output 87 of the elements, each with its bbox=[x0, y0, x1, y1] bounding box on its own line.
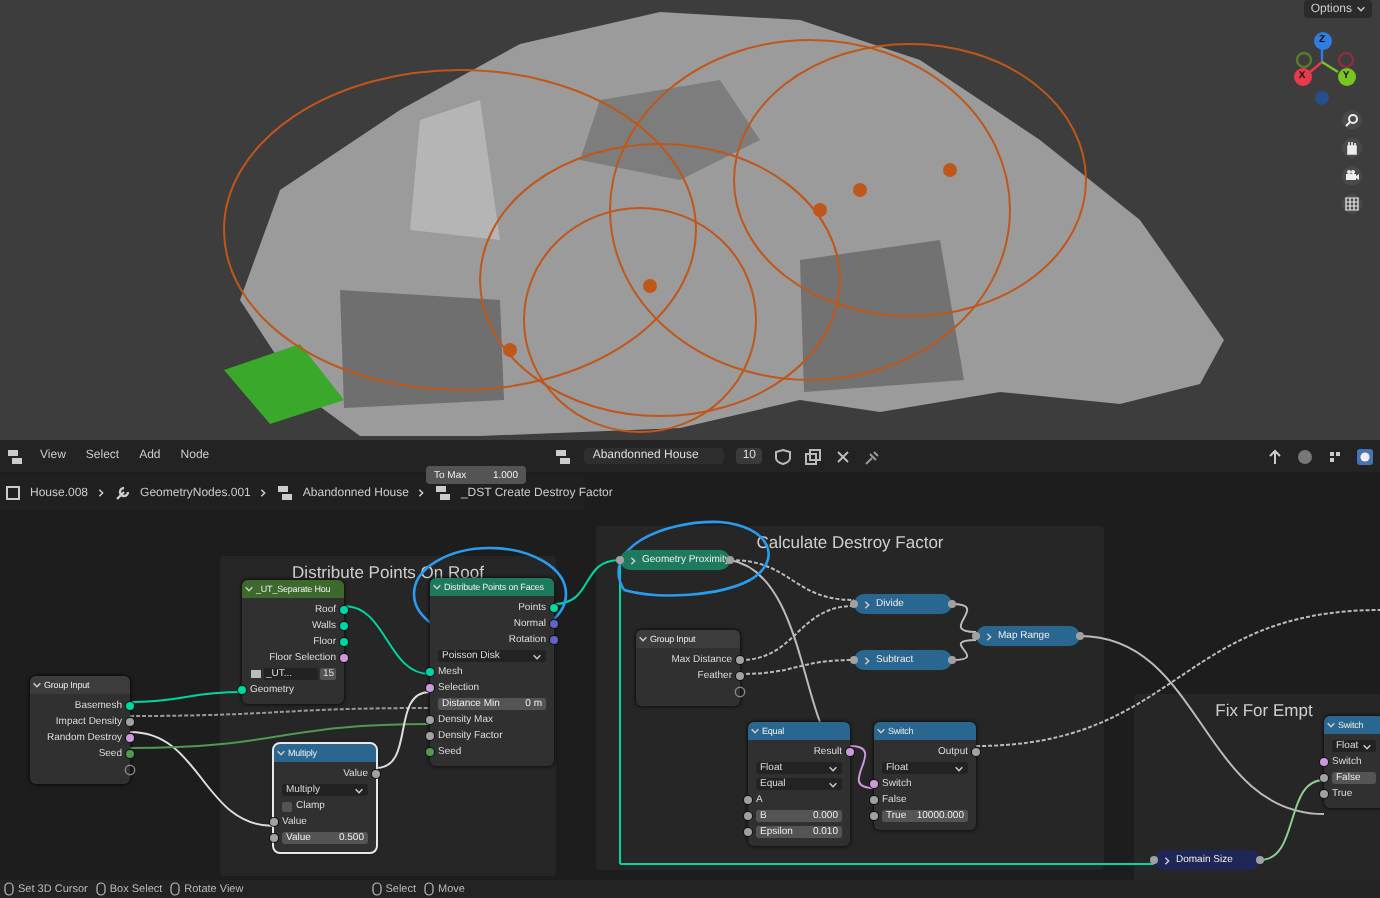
socket-dot[interactable] bbox=[1320, 774, 1328, 782]
plane-drawing bbox=[224, 344, 344, 424]
socket-dot[interactable] bbox=[426, 732, 434, 740]
chevron-icon bbox=[432, 582, 442, 592]
socket-dot[interactable] bbox=[270, 834, 278, 842]
socket-dot[interactable] bbox=[238, 686, 246, 694]
chevron-icon bbox=[532, 651, 542, 661]
socket-dot[interactable] bbox=[340, 654, 348, 662]
mouse-icon bbox=[371, 882, 382, 896]
chevron-icon bbox=[96, 488, 107, 498]
socket-dot[interactable] bbox=[870, 780, 878, 788]
node-tree-icon[interactable] bbox=[554, 447, 573, 465]
socket-dot[interactable] bbox=[126, 750, 134, 758]
socket-dot[interactable] bbox=[736, 656, 744, 664]
socket-dot[interactable] bbox=[550, 636, 558, 644]
grid-icon[interactable] bbox=[1342, 194, 1362, 214]
socket-dot[interactable] bbox=[426, 748, 434, 756]
chevron-icon bbox=[258, 488, 269, 498]
node-wire bbox=[129, 691, 243, 703]
socket-dot[interactable] bbox=[550, 620, 558, 628]
mouse-icon bbox=[4, 882, 14, 896]
chevron-icon bbox=[1362, 741, 1372, 751]
chevron-icon bbox=[628, 555, 638, 565]
socket-dot[interactable] bbox=[870, 796, 878, 804]
chevron-icon bbox=[32, 680, 42, 690]
node-wire bbox=[343, 605, 431, 675]
frame-title: Fix For Empt bbox=[1215, 700, 1313, 720]
socket-dot[interactable] bbox=[340, 606, 348, 614]
socket-dot[interactable] bbox=[736, 672, 744, 680]
socket-dot[interactable] bbox=[972, 748, 980, 756]
mouse-icon bbox=[170, 882, 181, 896]
socket-dot[interactable] bbox=[126, 734, 134, 742]
node-wire bbox=[849, 745, 875, 789]
socket-dot[interactable] bbox=[270, 818, 278, 826]
socket-dot[interactable] bbox=[340, 638, 348, 646]
socket-dot[interactable] bbox=[870, 812, 878, 820]
socket-dot[interactable] bbox=[426, 684, 434, 692]
empty-socket[interactable] bbox=[736, 688, 744, 696]
socket-dot[interactable] bbox=[1320, 790, 1328, 798]
socket-dot[interactable] bbox=[340, 622, 348, 630]
object-icon bbox=[4, 484, 22, 502]
socket-dot[interactable] bbox=[846, 748, 854, 756]
editor-type-icon[interactable] bbox=[6, 447, 24, 465]
socket-dot[interactable] bbox=[744, 828, 752, 836]
chevron-icon bbox=[276, 748, 286, 758]
chevron-icon bbox=[1356, 4, 1366, 14]
axis-gizmo-lines bbox=[1295, 48, 1355, 105]
checkbox[interactable] bbox=[282, 801, 292, 811]
hand-icon[interactable] bbox=[1342, 138, 1362, 158]
chevron-icon bbox=[1162, 855, 1172, 865]
chevron-icon bbox=[354, 785, 364, 795]
socket-dot[interactable] bbox=[1320, 758, 1328, 766]
empty-socket[interactable] bbox=[126, 766, 134, 774]
chevron-icon bbox=[416, 488, 427, 498]
chevron-icon bbox=[984, 631, 994, 641]
grid-snap-icon[interactable] bbox=[1326, 447, 1344, 465]
snap-icon[interactable] bbox=[1296, 447, 1314, 465]
chevron-icon bbox=[954, 763, 964, 773]
chevron-icon bbox=[1326, 720, 1336, 730]
chevron-icon bbox=[862, 599, 872, 609]
socket-dot[interactable] bbox=[426, 668, 434, 676]
socket-dot[interactable] bbox=[126, 702, 134, 710]
chevron-icon bbox=[862, 655, 872, 665]
chevron-icon bbox=[244, 584, 254, 594]
socket-dot[interactable] bbox=[550, 604, 558, 612]
socket-dot[interactable] bbox=[126, 718, 134, 726]
chevron-icon bbox=[876, 726, 886, 736]
mouse-icon bbox=[424, 882, 435, 896]
close-icon[interactable] bbox=[834, 447, 852, 465]
node-tree-icon bbox=[276, 484, 295, 502]
pin-icon[interactable] bbox=[864, 447, 882, 465]
wrench-icon bbox=[114, 484, 133, 502]
socket-dot[interactable] bbox=[744, 812, 752, 820]
socket-dot[interactable] bbox=[372, 770, 380, 778]
camera-icon[interactable] bbox=[1342, 166, 1362, 186]
parent-arrow-icon[interactable] bbox=[1266, 447, 1284, 465]
overlay-icon[interactable] bbox=[1356, 447, 1374, 465]
socket-dot[interactable] bbox=[744, 796, 752, 804]
mouse-icon bbox=[95, 882, 106, 896]
chevron-icon bbox=[638, 634, 648, 644]
node-tree-icon bbox=[434, 484, 453, 502]
node-tree-icon[interactable] bbox=[250, 668, 262, 680]
chevron-icon bbox=[750, 726, 760, 736]
shield-icon[interactable] bbox=[774, 447, 792, 465]
copy-icon[interactable] bbox=[804, 447, 822, 465]
zoom-icon[interactable] bbox=[1342, 110, 1362, 130]
socket-dot[interactable] bbox=[426, 716, 434, 724]
